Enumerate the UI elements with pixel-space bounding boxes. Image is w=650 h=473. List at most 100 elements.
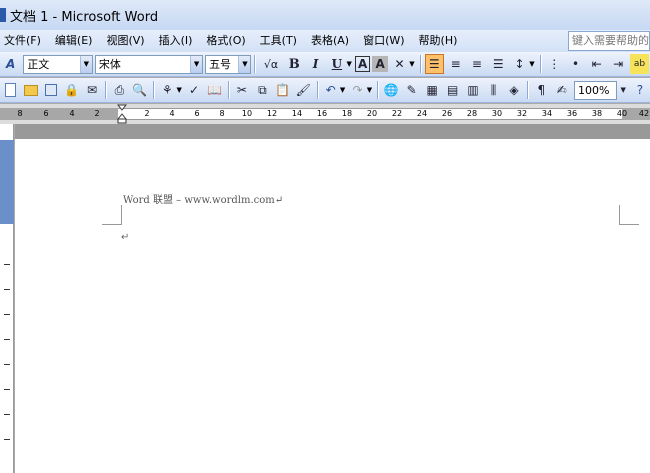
document-text-line[interactable]: Word 联盟 – www.wordlm.com↵ — [123, 191, 283, 206]
chevron-down-icon[interactable]: ▼ — [367, 86, 372, 94]
hyperlink-icon[interactable]: 🌐 — [382, 80, 400, 100]
save-icon[interactable] — [42, 80, 60, 100]
help-icon[interactable]: ? — [631, 80, 649, 100]
italic-button[interactable]: I — [306, 54, 325, 74]
separator — [105, 81, 107, 99]
insert-excel-icon[interactable]: ▤ — [443, 80, 461, 100]
distributed-align-icon[interactable]: ☰ — [489, 54, 508, 74]
line-spacing-icon[interactable]: ↕ — [510, 54, 529, 74]
ruler-tick: 30 — [491, 109, 503, 118]
menu-table[interactable]: 表格(A) — [304, 32, 356, 50]
chevron-down-icon[interactable]: ▼ — [238, 55, 251, 73]
highlight-icon[interactable]: ab — [629, 54, 650, 74]
ruler-tick: 14 — [291, 109, 303, 118]
decrease-indent-icon[interactable]: ⇤ — [587, 54, 606, 74]
separator — [377, 81, 379, 99]
separator — [527, 81, 529, 99]
chevron-down-icon[interactable]: ▼ — [340, 86, 345, 94]
styles-pane-icon[interactable]: A — [1, 54, 20, 74]
new-document-icon[interactable] — [1, 80, 19, 100]
char-border-button[interactable]: A — [354, 56, 371, 72]
style-value: 正文 — [27, 58, 50, 71]
indent-marker-icon[interactable] — [117, 104, 127, 124]
email-icon[interactable]: ✉ — [83, 80, 101, 100]
menu-tools[interactable]: 工具(T) — [253, 32, 304, 50]
tables-borders-icon[interactable]: ✎ — [402, 80, 420, 100]
document-map-icon[interactable]: ◈ — [505, 80, 523, 100]
ruler-tick: 6 — [43, 109, 49, 118]
chevron-down-icon[interactable]: ▼ — [529, 60, 534, 68]
char-scale-icon[interactable]: ✕ — [390, 54, 409, 74]
window-title: 文档 1 - Microsoft Word — [10, 9, 159, 25]
crop-mark-top-right — [619, 205, 639, 225]
research-book-icon[interactable]: 📖 — [205, 80, 223, 100]
chevron-down-icon[interactable]: ▼ — [618, 80, 629, 100]
vruler-tick — [4, 439, 10, 440]
horizontal-ruler[interactable]: 8 6 4 2 2 4 6 8 10 12 14 16 18 20 22 24 … — [0, 104, 650, 124]
zoom-combo[interactable]: 100% — [574, 80, 617, 100]
show-formatting-icon[interactable]: ¶ — [532, 80, 550, 100]
underline-button[interactable]: U — [327, 54, 346, 74]
spelling-icon[interactable]: ✓ — [185, 80, 203, 100]
redo-icon[interactable]: ↷ — [348, 80, 366, 100]
ruler-tick: 18 — [341, 109, 353, 118]
insert-table-icon[interactable]: ▦ — [423, 80, 441, 100]
vertical-ruler[interactable] — [0, 124, 14, 473]
chevron-down-icon[interactable]: ▼ — [347, 60, 352, 68]
menu-format[interactable]: 格式(O) — [199, 32, 252, 50]
vruler-tick — [4, 289, 10, 290]
format-painter-icon[interactable]: 🖌 — [294, 80, 312, 100]
open-folder-icon[interactable] — [21, 80, 39, 100]
print-preview-icon[interactable]: 🔍 — [131, 80, 149, 100]
vruler-tick — [4, 414, 10, 415]
ruler-tick: 2 — [94, 109, 100, 118]
menu-bar: 文件(F) 编辑(E) 视图(V) 插入(I) 格式(O) 工具(T) 表格(A… — [0, 30, 650, 52]
style-combo[interactable]: 正文 ▼ — [23, 54, 93, 74]
menu-insert[interactable]: 插入(I) — [152, 32, 200, 50]
increase-indent-icon[interactable]: ⇥ — [608, 54, 627, 74]
copy-icon[interactable]: ⧉ — [253, 80, 271, 100]
read-icon[interactable]: ✍ — [553, 80, 571, 100]
chevron-down-icon[interactable]: ▼ — [79, 55, 92, 73]
research-icon[interactable]: ⚘ — [158, 80, 176, 100]
bullets-icon[interactable]: • — [566, 54, 585, 74]
menu-window[interactable]: 窗口(W) — [356, 32, 411, 50]
separator — [419, 55, 421, 73]
insert-formula-button[interactable]: √α — [259, 54, 282, 74]
menu-edit[interactable]: 编辑(E) — [48, 32, 100, 50]
cut-icon[interactable]: ✂ — [233, 80, 251, 100]
columns-icon[interactable]: ▥ — [464, 80, 482, 100]
undo-icon[interactable]: ↶ — [321, 80, 339, 100]
chevron-down-icon[interactable]: ▼ — [176, 86, 181, 94]
ruler-tick: 42 — [638, 109, 650, 118]
ruler-tick: 4 — [169, 109, 175, 118]
menu-help[interactable]: 帮助(H) — [412, 32, 465, 50]
help-search-input[interactable]: 键入需要帮助的问 — [568, 31, 650, 51]
chevron-down-icon[interactable]: ▼ — [190, 55, 203, 73]
paste-icon[interactable]: 📋 — [274, 80, 292, 100]
char-shading-button[interactable]: A — [372, 56, 388, 72]
menu-file[interactable]: 文件(F) — [0, 32, 48, 50]
numbering-icon[interactable]: ⋮ — [545, 54, 564, 74]
font-size-combo[interactable]: 五号 ▼ — [205, 54, 252, 74]
font-combo[interactable]: 宋体 ▼ — [94, 54, 204, 74]
menu-view[interactable]: 视图(V) — [99, 32, 151, 50]
justify-button[interactable]: ☰ — [424, 54, 444, 74]
title-bar: 文档 1 - Microsoft Word — [0, 0, 650, 30]
chevron-down-icon[interactable]: ▼ — [409, 60, 414, 68]
separator — [153, 81, 155, 99]
ruler-tick: 26 — [441, 109, 453, 118]
paragraph-mark[interactable]: ↵ — [121, 232, 129, 243]
print-icon[interactable]: ⎙ — [110, 80, 128, 100]
permission-icon[interactable]: 🔒 — [62, 80, 80, 100]
align-center-icon[interactable]: ≡ — [446, 54, 465, 74]
align-right-icon[interactable]: ≡ — [467, 54, 486, 74]
ruler-tick: 8 — [219, 109, 225, 118]
ruler-tick: 20 — [366, 109, 378, 118]
word-app-icon[interactable] — [0, 8, 6, 22]
zoom-value: 100% — [578, 83, 610, 97]
drawing-icon[interactable]: ⫼ — [484, 80, 502, 100]
bold-button[interactable]: B — [285, 54, 304, 74]
font-value: 宋体 — [98, 58, 121, 71]
document-page[interactable] — [15, 139, 650, 473]
